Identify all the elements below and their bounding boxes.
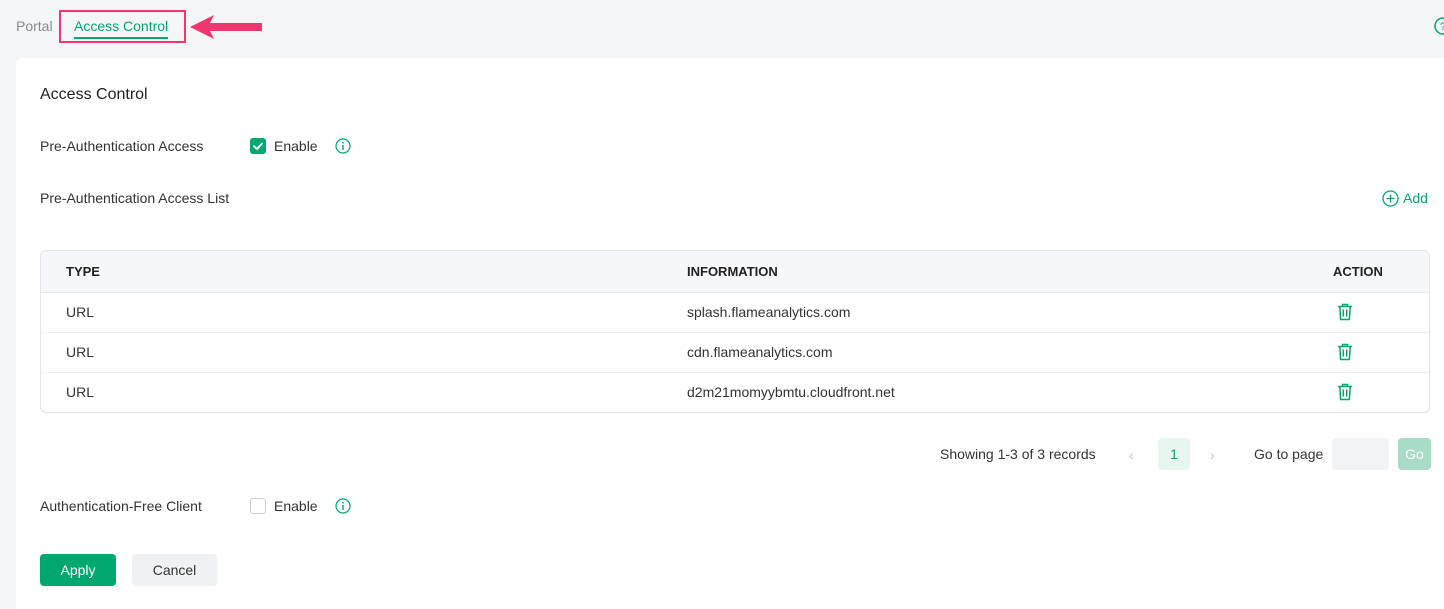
auth-free-enable-checkbox[interactable] — [250, 498, 266, 514]
next-page-button[interactable]: › — [1210, 447, 1215, 463]
top-bar: Portal Access Control ? — [0, 0, 1444, 56]
auth-free-client-label: Authentication-Free Client — [40, 498, 202, 514]
prev-page-button[interactable]: ‹ — [1129, 447, 1134, 463]
add-button[interactable]: Add — [1382, 189, 1428, 207]
pre-auth-list-label: Pre-Authentication Access List — [40, 190, 230, 206]
cell-type: URL — [66, 384, 95, 400]
info-icon[interactable] — [335, 138, 351, 154]
cell-type: URL — [66, 344, 95, 360]
pre-auth-access-label: Pre-Authentication Access — [40, 138, 204, 154]
table-row: URL splash.flameanalytics.com — [41, 292, 1429, 333]
access-control-panel: Access Control Pre-Authentication Access… — [16, 58, 1444, 609]
table-row: URL d2m21momyybmtu.cloudfront.net — [41, 372, 1429, 412]
highlight-annotation — [59, 10, 186, 43]
section-title: Access Control — [40, 86, 148, 103]
breadcrumb-portal[interactable]: Portal — [16, 17, 53, 35]
auth-free-enable-label[interactable]: Enable — [274, 497, 318, 515]
info-icon[interactable] — [335, 498, 351, 514]
go-button[interactable]: Go — [1398, 438, 1431, 470]
cell-information: d2m21momyybmtu.cloudfront.net — [687, 384, 895, 400]
page-button-1[interactable]: 1 — [1158, 438, 1190, 470]
column-header-information: INFORMATION — [687, 264, 778, 279]
table-header: TYPE INFORMATION ACTION — [41, 251, 1429, 293]
arrow-icon — [190, 15, 262, 39]
plus-circle-icon — [1382, 189, 1399, 207]
table-row: URL cdn.flameanalytics.com — [41, 332, 1429, 373]
trash-icon[interactable] — [1337, 383, 1353, 401]
cell-information: splash.flameanalytics.com — [687, 304, 851, 320]
pre-auth-access-table: TYPE INFORMATION ACTION URL splash.flame… — [40, 250, 1430, 413]
pre-auth-enable-checkbox[interactable] — [250, 138, 266, 154]
column-header-type: TYPE — [66, 264, 100, 279]
cancel-button[interactable]: Cancel — [132, 554, 217, 586]
pre-auth-enable-label[interactable]: Enable — [274, 137, 318, 155]
goto-page-input[interactable] — [1332, 438, 1389, 470]
cell-type: URL — [66, 304, 95, 320]
help-circle-icon[interactable]: ? — [1433, 16, 1444, 36]
cell-information: cdn.flameanalytics.com — [687, 344, 833, 360]
check-icon — [253, 142, 263, 150]
column-header-action: ACTION — [1333, 264, 1383, 279]
goto-page-label: Go to page — [1254, 446, 1324, 462]
trash-icon[interactable] — [1337, 343, 1353, 361]
trash-icon[interactable] — [1337, 303, 1353, 321]
svg-text:?: ? — [1440, 21, 1444, 33]
add-button-label: Add — [1403, 190, 1428, 206]
apply-button[interactable]: Apply — [40, 554, 116, 586]
pagination-summary: Showing 1-3 of 3 records — [940, 446, 1096, 462]
